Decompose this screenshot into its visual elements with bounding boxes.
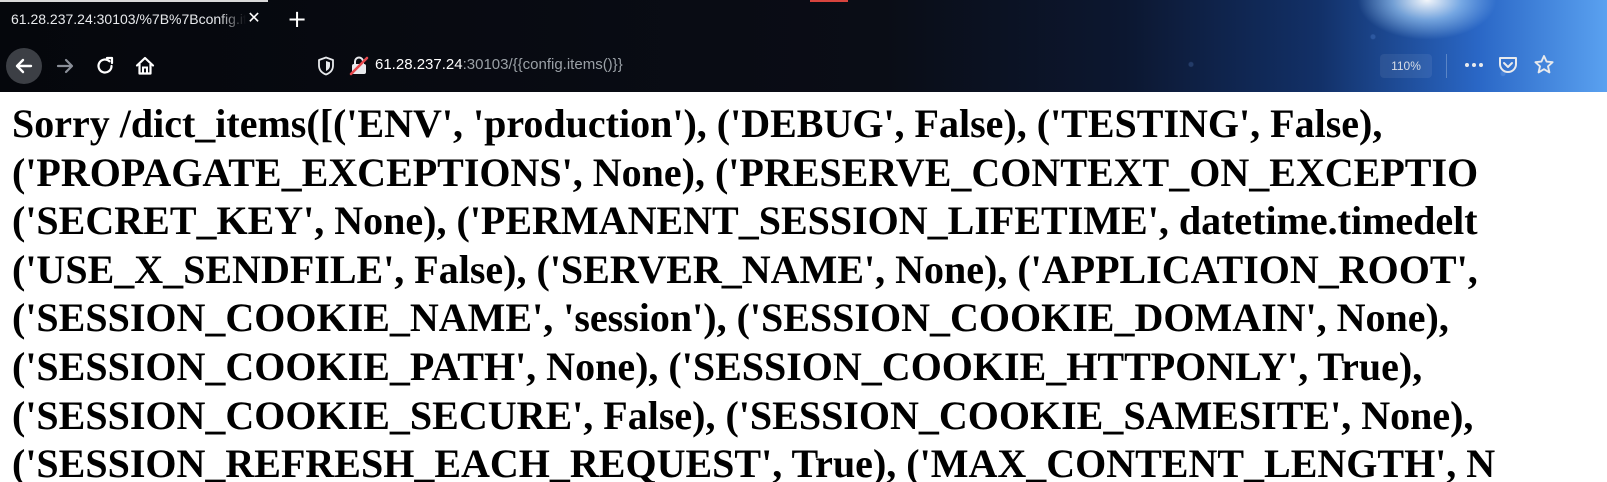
more-icon[interactable] — [1462, 53, 1486, 77]
reload-icon — [97, 56, 114, 74]
error-line: ('SECRET_KEY', None), ('PERMANENT_SESSIO… — [12, 198, 1478, 244]
forward-button[interactable] — [47, 48, 83, 84]
error-line: Sorry /dict_items([('ENV', 'production')… — [12, 101, 1383, 146]
tab-indicator-red — [810, 0, 848, 2]
insecure-lock-icon[interactable] — [348, 55, 370, 77]
arrow-left-icon — [15, 58, 33, 74]
browser-chrome: 61.28.237.24:30103/%7B%7Bconfig.items()%… — [0, 0, 1607, 92]
url-text[interactable]: 61.28.237.24:30103/{{config.items()}} — [375, 56, 623, 73]
zoom-level-button[interactable]: 110% — [1380, 54, 1432, 78]
active-tab[interactable]: 61.28.237.24:30103/%7B%7Bconfig.items()%… — [0, 0, 268, 40]
home-button[interactable] — [127, 48, 163, 84]
error-line: ('SESSION_REFRESH_EACH_REQUEST', True), … — [12, 441, 1496, 482]
bookmark-star-icon[interactable] — [1532, 53, 1556, 77]
pocket-icon[interactable] — [1496, 53, 1520, 77]
page-content: Sorry /dict_items([('ENV', 'production')… — [0, 92, 1607, 482]
back-button[interactable] — [6, 48, 42, 84]
tab-strip: 61.28.237.24:30103/%7B%7Bconfig.items()%… — [0, 0, 1607, 40]
navigation-toolbar: 61.28.237.24:30103/{{config.items()}} 11… — [0, 40, 1607, 92]
tab-title: 61.28.237.24:30103/%7B%7Bconfig.items()%… — [11, 11, 246, 27]
error-line: ('PROPAGATE_EXCEPTIONS', None), ('PRESER… — [12, 149, 1479, 195]
url-path: :30103/{{config.items()}} — [462, 56, 623, 73]
plus-icon[interactable]: + — [285, 7, 309, 31]
reload-button[interactable] — [87, 48, 123, 84]
error-line: ('USE_X_SENDFILE', False), ('SERVER_NAME… — [12, 246, 1478, 292]
url-host: 61.28.237.24 — [375, 56, 463, 73]
error-line: ('SESSION_COOKIE_NAME', 'session'), ('SE… — [12, 295, 1449, 341]
toolbar-divider — [1446, 54, 1447, 78]
arrow-right-icon — [56, 58, 74, 74]
error-line: ('SESSION_COOKIE_SECURE', False), ('SESS… — [12, 392, 1474, 438]
error-line: ('SESSION_COOKIE_PATH', None), ('SESSION… — [12, 343, 1423, 389]
url-bar[interactable]: 61.28.237.24:30103/{{config.items()}} — [313, 48, 1493, 84]
error-message: Sorry /dict_items([('ENV', 'production')… — [12, 100, 1607, 482]
active-tab-indicator — [0, 0, 268, 2]
shield-icon[interactable] — [315, 55, 337, 77]
home-icon — [135, 56, 155, 75]
close-icon[interactable]: ✕ — [246, 10, 262, 26]
